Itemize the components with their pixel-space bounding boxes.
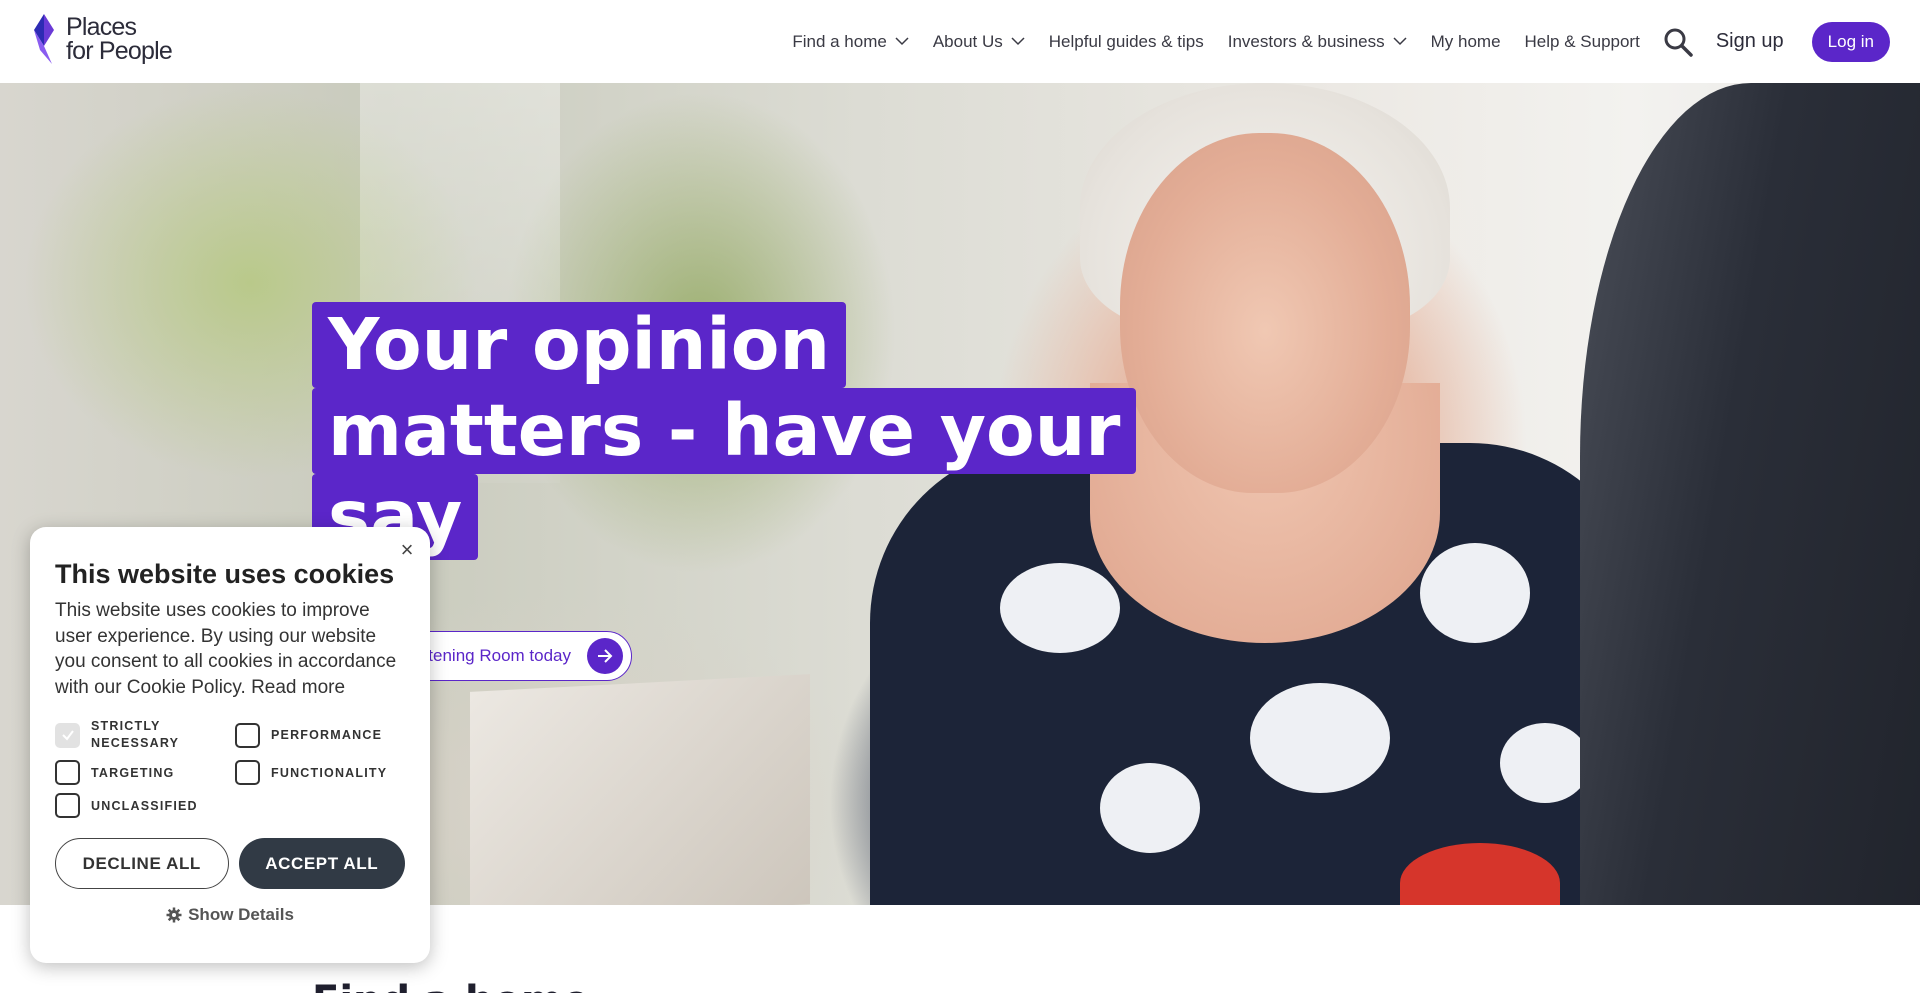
option-label: FUNCTIONALITY: [271, 765, 388, 780]
search-icon: [1664, 28, 1693, 57]
cookie-body: This website uses cookies to improve use…: [55, 598, 405, 700]
cookie-options: STRICTLY NECESSARY PERFORMANCE TARGETING…: [55, 718, 405, 818]
nav-find-a-home[interactable]: Find a home: [792, 32, 909, 52]
read-more-link[interactable]: Read more: [251, 677, 345, 698]
main-nav: Find a home About Us Helpful guides & ti…: [768, 0, 1890, 83]
nav-help-support[interactable]: Help & Support: [1525, 32, 1640, 52]
nav-helpful-guides[interactable]: Helpful guides & tips: [1049, 32, 1204, 52]
hero-photo-man: [1580, 83, 1920, 905]
cta-label: tening Room today: [428, 646, 571, 665]
nav-my-home[interactable]: My home: [1431, 32, 1501, 52]
cookie-title: This website uses cookies: [55, 559, 395, 589]
places-for-people-logo[interactable]: Places for People: [30, 13, 173, 65]
checkbox-unclassified[interactable]: [55, 793, 80, 818]
hero-photo-face: [1120, 133, 1410, 493]
checkbox-strictly-necessary[interactable]: [55, 722, 80, 748]
option-label: TARGETING: [91, 765, 175, 780]
cookie-banner: × This website uses cookies This website…: [30, 527, 430, 963]
chevron-down-icon: [1393, 37, 1407, 46]
nav-investors-business[interactable]: Investors & business: [1228, 32, 1407, 52]
cookie-option-strictly-necessary: STRICTLY NECESSARY: [55, 718, 235, 752]
logo-text: Places for People: [66, 13, 173, 65]
nav-label: Investors & business: [1227, 31, 1385, 51]
check-icon: [61, 730, 74, 741]
hero-photo-flower: [1000, 563, 1120, 653]
hero-photo-flower: [1250, 683, 1390, 793]
nav-label: My home: [1430, 31, 1501, 51]
checkbox-functionality[interactable]: [235, 760, 260, 785]
hero-headline: Your opinion matters - have your say: [312, 302, 1137, 560]
show-details-label: Show Details: [188, 905, 294, 924]
decline-all-button[interactable]: DECLINE ALL: [55, 838, 229, 889]
hero-photo-flower: [1420, 543, 1530, 643]
checkbox-performance[interactable]: [235, 722, 260, 748]
nav-label: Help & Support: [1524, 31, 1640, 51]
cookie-option-targeting: TARGETING: [55, 760, 235, 785]
cookie-buttons: DECLINE ALL ACCEPT ALL: [55, 838, 405, 889]
nav-label: Helpful guides & tips: [1048, 31, 1204, 51]
hero-photo-box: [470, 674, 810, 905]
nav-label: About Us: [932, 31, 1003, 51]
gear-icon: [166, 907, 182, 923]
site-header: Places for People Find a home About Us H…: [0, 0, 1920, 83]
chevron-down-icon: [1011, 37, 1025, 46]
close-icon[interactable]: ×: [396, 537, 418, 563]
hero-photo-flower: [1500, 723, 1590, 803]
chevron-down-icon: [895, 37, 909, 46]
arrow-right-icon: [587, 638, 623, 674]
nav-about-us[interactable]: About Us: [933, 32, 1025, 52]
cookie-option-functionality: FUNCTIONALITY: [235, 760, 415, 785]
hero-photo-flower: [1100, 763, 1200, 853]
checkbox-targeting[interactable]: [55, 760, 80, 785]
option-label: STRICTLY NECESSARY: [91, 719, 180, 750]
logo-mark-icon: [34, 14, 54, 64]
option-label: PERFORMANCE: [271, 728, 383, 742]
headline-line: Your opinion: [312, 302, 847, 388]
nav-label: Find a home: [792, 31, 887, 51]
option-label: UNCLASSIFIED: [91, 798, 198, 813]
cookie-option-unclassified: UNCLASSIFIED: [55, 793, 235, 818]
cookie-option-performance: PERFORMANCE: [235, 718, 415, 752]
sign-up-link[interactable]: Sign up: [1716, 30, 1784, 53]
log-in-button[interactable]: Log in: [1811, 21, 1890, 62]
headline-line: matters - have your: [312, 388, 1137, 474]
section-title: Find a home: [312, 978, 590, 993]
accept-all-button[interactable]: ACCEPT ALL: [238, 838, 405, 889]
show-details-button[interactable]: Show Details: [55, 905, 405, 925]
search-button[interactable]: [1662, 26, 1694, 58]
